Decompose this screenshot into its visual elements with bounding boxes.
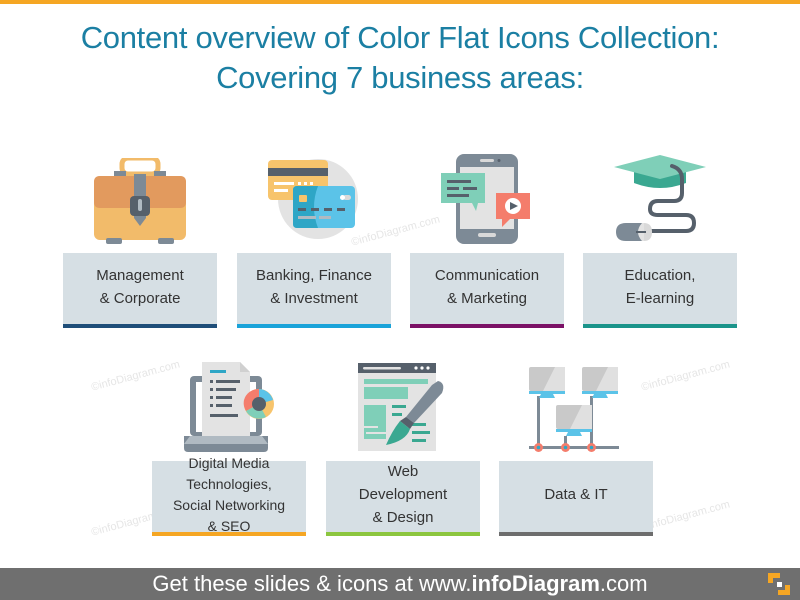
- accent-bar: [410, 324, 564, 328]
- accent-bar: [583, 324, 737, 328]
- title-line-1: Content overview of Color Flat Icons Col…: [80, 20, 720, 55]
- accent-bar: [152, 532, 306, 536]
- credit-cards-icon: [268, 159, 358, 239]
- area-label-line: E-learning: [625, 289, 695, 307]
- area-label-line: Education,: [624, 266, 696, 284]
- briefcase-icon: [94, 158, 186, 244]
- watermark: ©infoDiagram.com: [90, 358, 182, 394]
- area-label-education: Education, E-learning: [583, 253, 737, 328]
- footer-suffix: .com: [599, 571, 648, 596]
- graduation-cap-mouse-icon: [614, 155, 706, 241]
- area-label-line: Development: [358, 486, 448, 503]
- page-title: Content overview of Color Flat Icons Col…: [0, 18, 800, 98]
- watermark: ©infoDiagram.com: [640, 498, 732, 534]
- webpage-brush-icon: [358, 363, 444, 451]
- watermark: ©infoDiagram.com: [640, 358, 732, 394]
- network-computers-icon: [529, 367, 619, 452]
- area-label-line: Digital Media: [188, 454, 270, 471]
- top-accent-bar: [0, 0, 800, 4]
- footer-brand: infoDiagram: [471, 571, 600, 596]
- area-label-line: Banking, Finance: [256, 266, 372, 284]
- footer-text: Get these slides & icons at www.infoDiag…: [0, 568, 800, 600]
- smartphone-chat-icon: [441, 154, 530, 244]
- title-line-2: Covering 7 business areas:: [216, 60, 584, 95]
- accent-bar: [499, 532, 653, 536]
- area-label-line: Data & IT: [544, 486, 608, 503]
- area-label-data-it: Data & IT: [499, 461, 653, 536]
- area-label-banking: Banking, Finance & Investment: [237, 253, 391, 328]
- area-label-line: Communication: [434, 266, 540, 284]
- area-label-line: Social Networking: [172, 496, 286, 513]
- footer-banner: Get these slides & icons at www.infoDiag…: [0, 568, 800, 600]
- area-label-web-development: Web Development & Design: [326, 461, 480, 536]
- area-label-digital-media: Digital Media Technologies, Social Network…: [152, 455, 306, 536]
- accent-bar: [326, 532, 480, 536]
- area-label-line: & Investment: [270, 289, 358, 307]
- area-label-line: Management: [96, 266, 184, 284]
- area-label-line: & Corporate: [99, 289, 181, 307]
- area-label-communication: Communication & Marketing: [410, 253, 564, 328]
- area-label-line: & Marketing: [446, 289, 528, 307]
- accent-bar: [63, 324, 217, 328]
- laptop-document-chart-icon: [184, 362, 274, 452]
- area-label-line: & Design: [372, 509, 434, 526]
- footer-prefix: Get these slides & icons at www.: [152, 571, 472, 596]
- watermark: ©infoDiagram.com: [350, 213, 442, 249]
- accent-bar: [237, 324, 391, 328]
- area-label-line: Technologies,: [186, 475, 272, 492]
- area-label-line: Web: [387, 463, 419, 480]
- area-label-management: Management & Corporate: [63, 253, 217, 328]
- infodiagram-logo-icon: [768, 573, 790, 595]
